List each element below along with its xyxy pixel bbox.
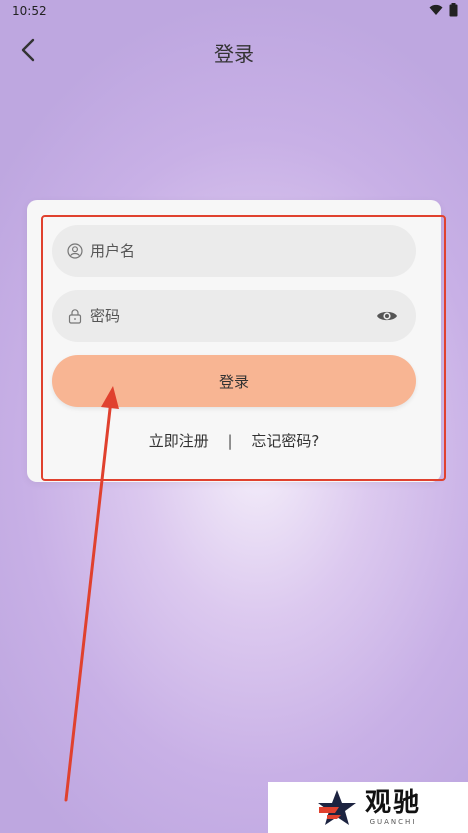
username-field[interactable]: [52, 225, 416, 277]
user-icon: [66, 242, 84, 260]
status-icons: [429, 3, 458, 17]
wifi-icon: [429, 4, 443, 15]
password-field[interactable]: [52, 290, 416, 342]
status-time: 10:52: [12, 4, 47, 18]
login-button[interactable]: 登录: [52, 355, 416, 407]
login-card: 登录 立即注册 | 忘记密码?: [27, 200, 441, 482]
nav-bar: 登录: [0, 28, 468, 72]
username-input[interactable]: [88, 241, 352, 261]
eye-icon[interactable]: [376, 305, 398, 327]
register-link[interactable]: 立即注册: [149, 430, 209, 451]
password-input[interactable]: [88, 306, 352, 326]
watermark-logo: 观驰 GUANCHI: [268, 782, 468, 833]
watermark-main: 观驰: [364, 787, 421, 818]
forgot-password-link[interactable]: 忘记密码?: [251, 430, 319, 451]
battery-icon: [449, 3, 458, 17]
status-bar: 10:52: [0, 0, 468, 22]
auth-links: 立即注册 | 忘记密码?: [27, 430, 441, 451]
link-separator: |: [227, 432, 233, 450]
watermark-text: 观驰 GUANCHI: [365, 789, 421, 827]
lock-icon: [66, 307, 84, 325]
star-logo-icon: [317, 789, 356, 825]
page-title: 登录: [214, 42, 254, 66]
watermark-sub: GUANCHI: [369, 817, 417, 826]
